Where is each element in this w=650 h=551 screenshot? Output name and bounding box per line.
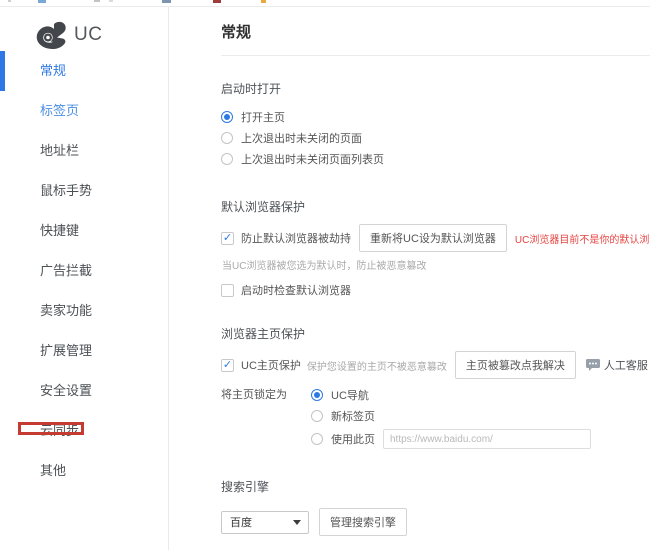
checkmark-icon: ✓	[222, 231, 233, 244]
annotation-red-box	[18, 422, 84, 435]
checkmark-icon: ✓	[222, 358, 233, 371]
manage-search-engines-button[interactable]: 管理搜索引擎	[319, 508, 407, 536]
sidebar-item-tabs[interactable]: 标签页	[0, 91, 168, 131]
sidebar-item-label: 广告拦截	[40, 263, 93, 278]
lock-options: UC导航 新标签页 使用此页	[311, 385, 591, 452]
toolbar-fragment	[109, 0, 113, 2]
radio[interactable]	[311, 433, 323, 445]
settings-content: 常规 启动时打开 打开主页 上次退出时未关闭的页面 上次退出时未关闭页面列表页 …	[169, 7, 650, 550]
default-browser-help: 当UC浏览器被您选为默认时，防止被恶意篡改	[222, 261, 427, 272]
option-label: 上次退出时未关闭页面列表页	[241, 154, 384, 166]
option-label: 使用此页	[331, 434, 375, 446]
radio[interactable]	[221, 153, 233, 165]
not-default-warning: UC浏览器目前不是你的默认浏览器	[514, 234, 650, 246]
selected-engine-label: 百度	[230, 517, 252, 529]
startup-options: 打开主页 上次退出时未关闭的页面 上次退出时未关闭页面列表页	[221, 107, 650, 169]
check-on-start-row: 启动时检查默认浏览器	[221, 281, 650, 299]
homepage-url-input[interactable]	[383, 429, 591, 449]
logo-text: UC	[74, 23, 103, 45]
check-default-on-start-checkbox[interactable]	[221, 283, 234, 297]
sidebar-item-label: 鼠标手势	[40, 183, 93, 198]
sidebar-item-label: 常规	[40, 63, 67, 78]
sidebar-item-others[interactable]: 其他	[0, 451, 168, 491]
prevent-hijack-checkbox[interactable]: ✓	[221, 231, 234, 245]
startup-option-homepage[interactable]: 打开主页	[221, 107, 650, 127]
sidebar-item-label: 地址栏	[40, 143, 80, 158]
page-title: 常规	[221, 24, 252, 41]
sidebar-item-label: 卖家功能	[40, 303, 93, 318]
sidebar-item-address-bar[interactable]: 地址栏	[0, 131, 168, 171]
startup-section-title: 启动时打开	[221, 82, 282, 96]
lock-option-custom-url[interactable]: 使用此页	[311, 427, 591, 451]
chat-bubble-icon	[585, 359, 600, 371]
toolbar-fragment	[38, 0, 46, 3]
option-label: 新标签页	[331, 411, 375, 423]
sidebar-item-label: 快捷键	[40, 223, 80, 238]
option-label: UC导航	[331, 390, 369, 402]
toolbar-fragment	[94, 0, 100, 2]
sidebar-item-label: 标签页	[40, 103, 80, 118]
radio-selected[interactable]	[311, 389, 323, 401]
settings-sidebar: UC 常规 标签页 地址栏 鼠标手势 快捷键 广告拦截 卖家功能 扩展管理 安全…	[0, 7, 169, 550]
set-default-browser-button[interactable]: 重新将UC设为默认浏览器	[359, 224, 507, 252]
sidebar-item-label: 其他	[40, 463, 67, 478]
active-indicator-bar	[0, 51, 5, 91]
radio[interactable]	[311, 410, 323, 422]
sidebar-item-cloud-sync[interactable]: 云同步	[0, 411, 168, 451]
startup-option-last-page-list[interactable]: 上次退出时未关闭页面列表页	[221, 149, 650, 169]
header-divider	[221, 55, 650, 56]
sidebar-item-extensions[interactable]: 扩展管理	[0, 331, 168, 371]
lock-option-new-tab[interactable]: 新标签页	[311, 406, 591, 426]
homepage-lock-group: 将主页锁定为 UC导航 新标签页 使用此页	[221, 385, 650, 452]
uc-homepage-protect-checkbox[interactable]: ✓	[221, 358, 234, 372]
checkbox-label[interactable]: UC主页保护	[241, 357, 301, 373]
homepage-protect-help: 保护您设置的主页不被恶意篡改	[306, 361, 447, 373]
squirrel-logo-icon	[36, 21, 66, 49]
radio[interactable]	[221, 132, 233, 144]
homepage-protect-section-title: 浏览器主页保护	[221, 327, 306, 341]
radio-selected[interactable]	[221, 111, 233, 123]
default-browser-section-title: 默认浏览器保护	[221, 200, 306, 214]
sidebar-item-seller-features[interactable]: 卖家功能	[0, 291, 168, 331]
checkbox-label[interactable]: 防止默认浏览器被劫持	[241, 230, 351, 246]
startup-option-last-pages[interactable]: 上次退出时未关闭的页面	[221, 128, 650, 148]
sidebar-item-label: 安全设置	[40, 383, 93, 398]
sidebar-item-label: 扩展管理	[40, 343, 93, 358]
sidebar-item-general[interactable]: 常规	[0, 51, 168, 91]
uc-logo: UC	[0, 7, 168, 51]
homepage-protect-row: ✓ UC主页保护 保护您设置的主页不被恶意篡改 主页被篡改点我解决 人工客服	[221, 351, 650, 379]
chevron-down-icon	[293, 519, 301, 525]
sidebar-item-mouse-gestures[interactable]: 鼠标手势	[0, 171, 168, 211]
toolbar-fragment	[162, 0, 171, 3]
toolbar-fragment	[8, 0, 11, 2]
customer-service-label: 人工客服	[603, 360, 648, 372]
toolbar-fragment	[213, 0, 221, 3]
option-label: 上次退出时未关闭的页面	[241, 133, 362, 145]
default-browser-row: ✓ 防止默认浏览器被劫持 重新将UC设为默认浏览器 UC浏览器目前不是你的默认浏…	[221, 224, 650, 252]
option-label: 打开主页	[241, 112, 285, 124]
lock-option-uc-nav[interactable]: UC导航	[311, 385, 591, 405]
settings-page: UC 常规 标签页 地址栏 鼠标手势 快捷键 广告拦截 卖家功能 扩展管理 安全…	[0, 7, 650, 550]
cropped-browser-chrome	[0, 0, 650, 7]
sidebar-item-ad-block[interactable]: 广告拦截	[0, 251, 168, 291]
search-engine-section-title: 搜索引擎	[221, 480, 270, 494]
customer-service-link[interactable]: 人工客服	[585, 357, 648, 373]
checkbox-label[interactable]: 启动时检查默认浏览器	[241, 282, 351, 298]
sidebar-item-security[interactable]: 安全设置	[0, 371, 168, 411]
search-engine-controls: 百度 管理搜索引擎	[221, 508, 650, 536]
sidebar-item-shortcuts[interactable]: 快捷键	[0, 211, 168, 251]
search-engine-select[interactable]: 百度	[221, 510, 309, 534]
toolbar-fragment	[261, 0, 266, 3]
fix-homepage-button[interactable]: 主页被篡改点我解决	[454, 351, 576, 379]
lock-homepage-label: 将主页锁定为	[221, 389, 287, 401]
